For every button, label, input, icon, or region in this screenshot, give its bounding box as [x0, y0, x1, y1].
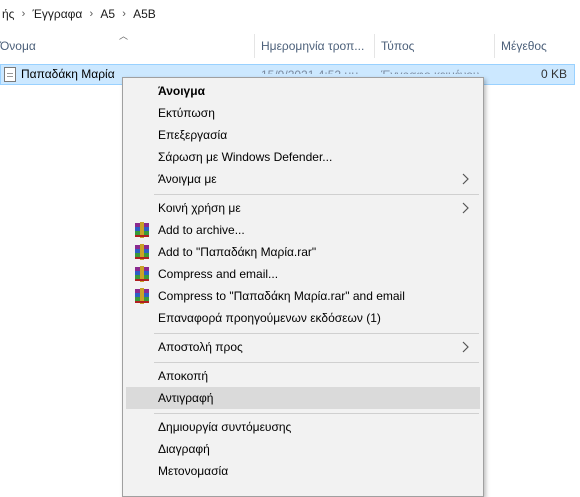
menu-item-share-with[interactable]: Κοινή χρήση με [126, 197, 480, 219]
file-name: Παπαδάκη Μαρία [21, 67, 115, 81]
column-divider[interactable] [494, 34, 495, 58]
chevron-right-icon [462, 202, 469, 214]
chevron-right-icon[interactable]: › [16, 8, 30, 20]
text-file-icon [4, 67, 16, 82]
menu-item-compress-email[interactable]: Compress and email... [126, 263, 480, 285]
menu-item-scan-defender[interactable]: Σάρωση με Windows Defender... [126, 146, 480, 168]
file-type: Έγγραφο κειμένου [381, 68, 479, 74]
menu-item-print[interactable]: Εκτύπωση [126, 102, 480, 124]
menu-item-restore-versions[interactable]: Επαναφορά προηγούμενων εκδόσεων (1) [126, 307, 480, 329]
chevron-right-icon[interactable]: › [84, 8, 98, 20]
chevron-right-icon[interactable]: › [117, 8, 131, 20]
menu-separator [154, 194, 479, 195]
column-header-name[interactable]: Όνομα [0, 34, 250, 58]
breadcrumb: ής › Έγγραφα › A5 › A5B [0, 0, 580, 28]
winrar-icon [135, 222, 149, 238]
winrar-icon [135, 266, 149, 282]
context-menu: Άνοιγμα Εκτύπωση Επεξεργασία Σάρωση με W… [122, 77, 484, 497]
menu-item-open[interactable]: Άνοιγμα [126, 80, 480, 102]
menu-item-compress-rar-email[interactable]: Compress to "Παπαδάκη Μαρία.rar" and ema… [126, 285, 480, 307]
menu-item-add-to-rar[interactable]: Add to "Παπαδάκη Μαρία.rar" [126, 241, 480, 263]
column-divider[interactable] [374, 34, 375, 58]
menu-item-rename[interactable]: Μετονομασία [126, 460, 480, 482]
menu-item-delete[interactable]: Διαγραφή [126, 438, 480, 460]
column-header-date[interactable]: Ημερομηνία τροπ... [261, 34, 371, 58]
file-size: 0 KB [540, 67, 567, 81]
menu-separator [154, 413, 479, 414]
breadcrumb-item-a5b[interactable]: A5B [131, 7, 158, 21]
chevron-right-icon [462, 173, 469, 185]
column-divider[interactable] [254, 34, 255, 58]
breadcrumb-item-documents[interactable]: Έγγραφα [30, 7, 84, 21]
winrar-icon [135, 244, 149, 260]
menu-item-edit[interactable]: Επεξεργασία [126, 124, 480, 146]
menu-item-cut[interactable]: Αποκοπή [126, 365, 480, 387]
file-date: 15/9/2021 4:52 μμ [261, 68, 358, 74]
menu-separator [154, 362, 479, 363]
menu-item-copy[interactable]: Αντιγραφή [126, 387, 480, 409]
column-header-type[interactable]: Τύπος [381, 34, 491, 58]
menu-item-send-to[interactable]: Αποστολή προς [126, 336, 480, 358]
chevron-right-icon [462, 341, 469, 353]
menu-item-add-to-archive[interactable]: Add to archive... [126, 219, 480, 241]
menu-separator [154, 333, 479, 334]
menu-item-open-with[interactable]: Άνοιγμα με [126, 168, 480, 190]
menu-item-create-shortcut[interactable]: Δημιουργία συντόμευσης [126, 416, 480, 438]
breadcrumb-item-partial[interactable]: ής [0, 7, 16, 21]
breadcrumb-item-a5[interactable]: A5 [98, 7, 117, 21]
winrar-icon [135, 288, 149, 304]
column-header-size[interactable]: Μέγεθος [501, 34, 575, 58]
